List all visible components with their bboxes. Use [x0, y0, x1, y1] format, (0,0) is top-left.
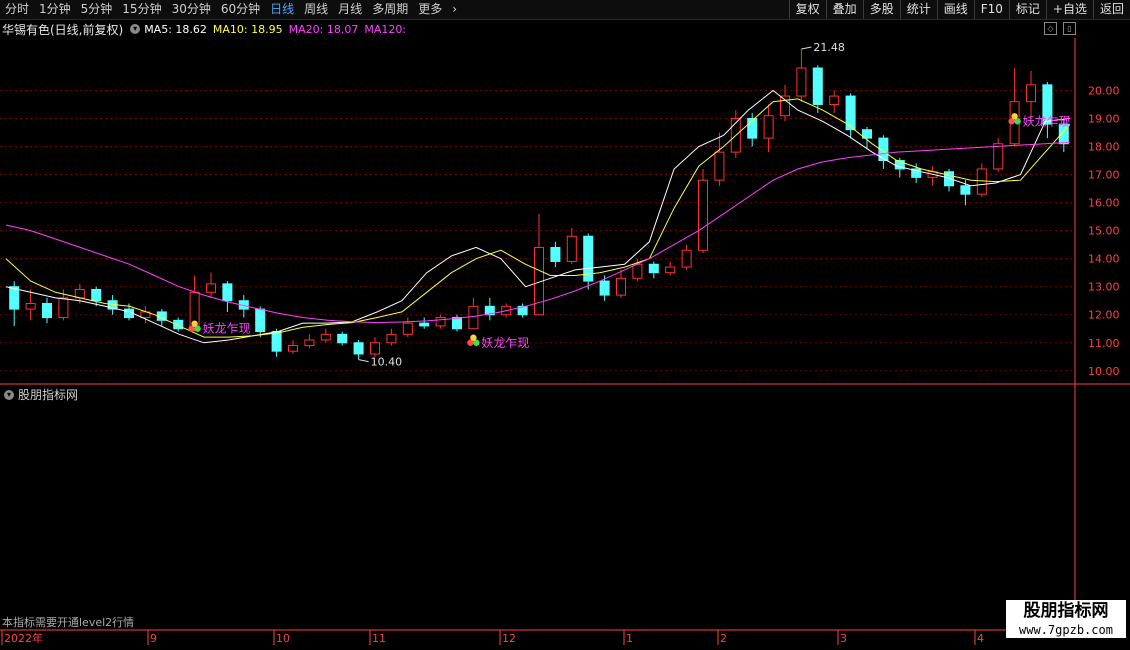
annotation-pointer: [358, 359, 369, 363]
time-axis-label: 4: [977, 632, 984, 645]
price-tick-label: 17.00: [1088, 169, 1120, 182]
candle-body: [353, 342, 364, 355]
candle-body: [435, 317, 446, 327]
candle-body: [9, 286, 20, 310]
candle-body: [747, 117, 758, 139]
candle-body: [976, 168, 987, 195]
candle-body: [386, 333, 397, 344]
candle-body: [451, 317, 463, 330]
annotation-pointer: [801, 46, 812, 50]
candle-body: [796, 67, 807, 97]
watermark-title: 股朋指标网: [1023, 601, 1109, 621]
footer-note: 本指标需要开通level2行情: [2, 616, 135, 629]
signal-label: 妖龙乍现: [481, 335, 529, 350]
time-axis-label: 3: [840, 632, 847, 645]
candle-body: [320, 333, 331, 341]
kline-chart[interactable]: 20.00 19.00 18.00 17.00 16.00 15.00 14.00 13.00…: [0, 0, 1130, 650]
candle-body: [829, 95, 840, 105]
time-axis-label: 11: [372, 632, 386, 645]
candle-body: [665, 266, 676, 274]
time-axis-label: 2: [720, 632, 727, 645]
watermark-url: www.7gpzb.com: [1019, 623, 1113, 637]
candle-body: [993, 143, 1004, 170]
candle-body: [779, 95, 791, 117]
candle-body: [714, 151, 725, 181]
candle-body: [91, 288, 102, 302]
candle-body: [763, 115, 774, 139]
signal-label: 妖龙乍现: [1023, 113, 1071, 128]
price-tick-label: 10.00: [1088, 365, 1120, 378]
signal-dot-icon: [470, 334, 477, 341]
price-tick-label: 11.00: [1088, 337, 1120, 350]
subchart-header: ▾ 股朋指标网: [2, 386, 78, 403]
time-axis-label: 9: [150, 632, 157, 645]
candle-body: [648, 263, 659, 274]
time-axis-label: 10: [276, 632, 290, 645]
candle-body: [369, 342, 381, 355]
candle-body: [222, 283, 233, 302]
price-tick-label: 19.00: [1088, 112, 1120, 125]
time-axis-label: 1: [626, 632, 633, 645]
watermark: 股朋指标网 www.7gpzb.com: [1006, 600, 1126, 638]
price-tick-label: 13.00: [1088, 281, 1120, 294]
candle-body: [632, 263, 643, 279]
signal-label: 妖龙乍现: [203, 321, 251, 336]
time-axis-label: 2022年: [4, 631, 43, 645]
candle-body: [41, 303, 53, 319]
candle-body: [205, 283, 217, 293]
time-axis-label: 12: [502, 632, 516, 645]
candle-body: [25, 303, 36, 310]
candle-body: [615, 277, 627, 296]
subchart-title: 股朋指标网: [18, 388, 79, 402]
candle-body: [1025, 84, 1037, 103]
price-tick-label: 18.00: [1088, 141, 1120, 154]
candle-body: [58, 297, 69, 319]
price-tick-label: 16.00: [1088, 197, 1120, 210]
price-annotation: 21.48: [813, 41, 845, 54]
candle-body: [697, 179, 709, 251]
candle-body: [960, 185, 971, 195]
signal-dot-icon: [191, 320, 198, 327]
candle-body: [681, 249, 692, 268]
candle-body: [255, 308, 266, 333]
candle-body: [812, 67, 823, 105]
candle-body: [337, 333, 348, 344]
candle-body: [419, 322, 430, 327]
candle-body: [304, 339, 315, 347]
price-tick-label: 20.00: [1088, 84, 1120, 97]
candle-body: [550, 246, 561, 262]
chevron-down-icon[interactable]: ▾: [4, 389, 14, 400]
candle-body: [402, 322, 413, 335]
price-annotation: 10.40: [371, 356, 403, 369]
price-tick-label: 12.00: [1088, 309, 1120, 322]
candle-body: [468, 305, 479, 330]
price-tick-label: 15.00: [1088, 225, 1120, 238]
signal-dot-icon: [1011, 113, 1018, 120]
candle-body: [599, 280, 610, 296]
candle-body: [566, 235, 577, 262]
candle-body: [271, 331, 282, 352]
price-tick-label: 14.00: [1088, 253, 1120, 266]
candle-body: [287, 345, 299, 352]
